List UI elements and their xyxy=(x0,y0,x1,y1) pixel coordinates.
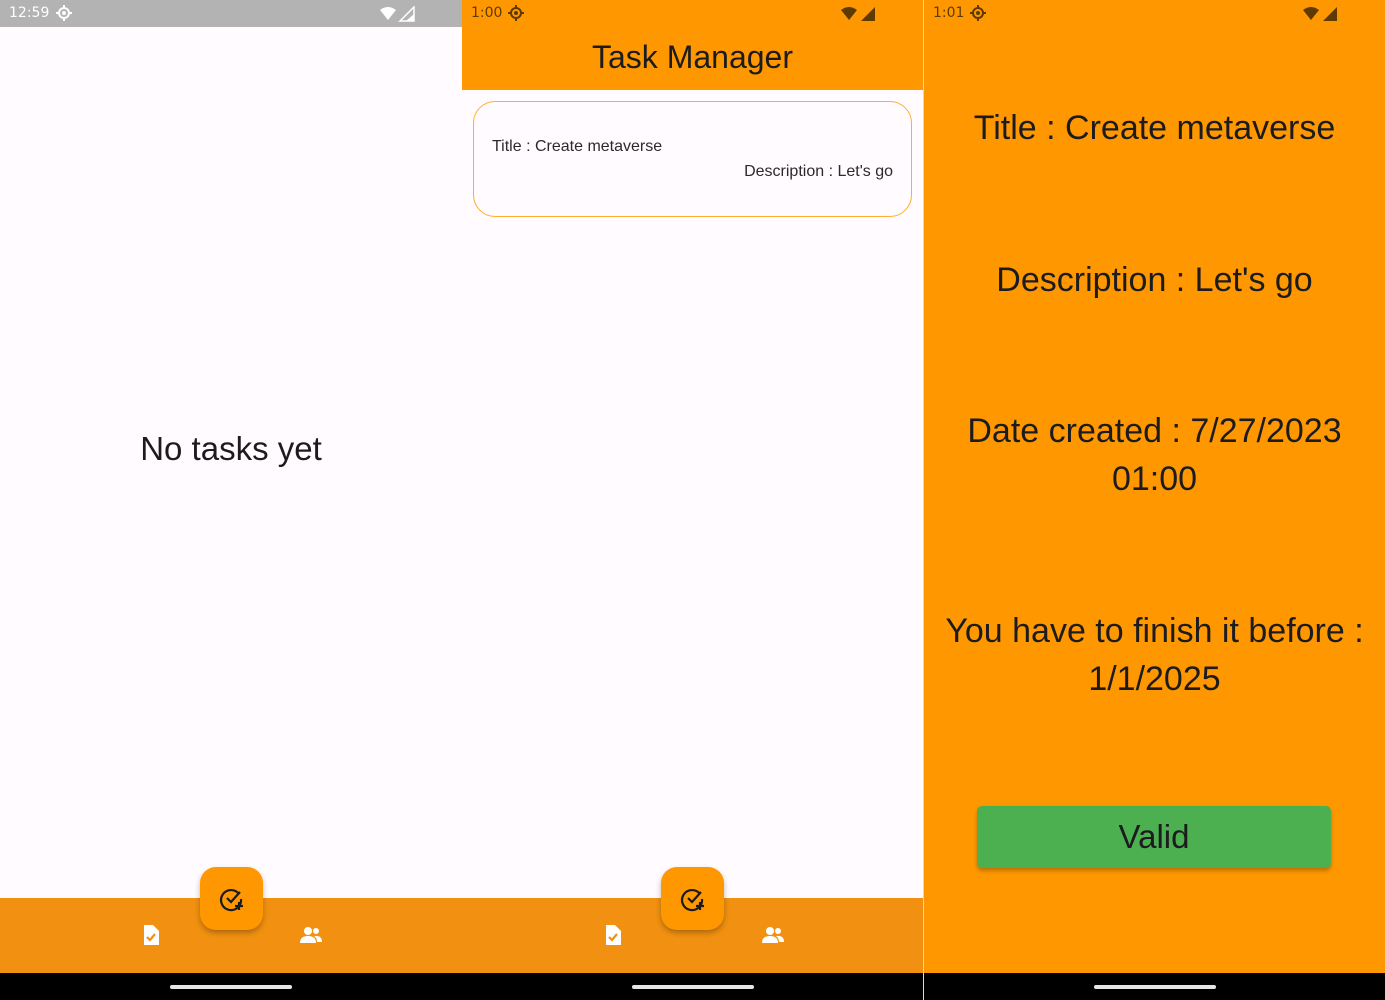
detail-date-created: Date created : 7/27/2023 01:00 xyxy=(924,407,1385,503)
system-nav-bar xyxy=(462,973,923,1000)
status-time: 1:01 xyxy=(933,5,965,21)
status-bar: 1:01 xyxy=(924,0,1385,27)
app-bar: Task Manager xyxy=(462,27,923,90)
settings-gear-icon xyxy=(508,5,524,21)
add-task-icon xyxy=(219,888,243,911)
page-title: Task Manager xyxy=(592,39,793,75)
settings-gear-icon xyxy=(970,5,986,21)
status-time: 12:59 xyxy=(9,5,50,21)
people-icon[interactable] xyxy=(761,923,785,947)
date-created-label: Date created : 7/27/2023 xyxy=(967,412,1342,450)
date-created-time: 01:00 xyxy=(1111,460,1198,498)
task-card-title: Title : Create metaverse xyxy=(492,138,663,155)
screen-task-list: 1:00 Task Manager Title : Create metaver… xyxy=(462,0,923,1000)
status-bar: 12:59 xyxy=(0,0,462,27)
signal-wifi-icon xyxy=(841,7,875,21)
valid-button[interactable]: Valid xyxy=(977,806,1331,868)
screen-task-detail: 1:01 Title : Create metaverse Descriptio… xyxy=(924,0,1385,1000)
add-task-button[interactable] xyxy=(661,867,724,930)
detail-description: Description : Let's go xyxy=(996,261,1313,299)
deadline-label: You have to finish it before : xyxy=(945,612,1364,650)
detail-deadline: You have to finish it before : 1/1/2025 xyxy=(924,607,1385,703)
screen-empty-list: 12:59 No tasks yet xyxy=(0,0,462,1000)
status-bar: 1:00 xyxy=(462,0,923,27)
add-task-button[interactable] xyxy=(200,867,263,930)
detail-title: Title : Create metaverse xyxy=(973,109,1336,147)
status-time: 1:00 xyxy=(471,5,503,21)
deadline-date: 1/1/2025 xyxy=(1088,660,1221,698)
empty-state-message: No tasks yet xyxy=(140,430,322,467)
task-card[interactable]: Title : Create metaverse Description : L… xyxy=(473,101,912,217)
system-nav-bar xyxy=(0,973,462,1000)
task-list-icon[interactable] xyxy=(139,923,163,947)
signal-wifi-icon xyxy=(380,6,415,22)
home-indicator[interactable] xyxy=(170,985,292,989)
people-icon[interactable] xyxy=(299,923,323,947)
task-card-description: Description : Let's go xyxy=(744,163,893,180)
signal-wifi-icon xyxy=(1303,7,1337,21)
home-indicator[interactable] xyxy=(1093,985,1216,989)
add-task-icon xyxy=(680,888,704,911)
task-list-icon[interactable] xyxy=(601,923,625,947)
system-nav-bar xyxy=(924,973,1385,1000)
settings-gear-icon xyxy=(56,5,72,21)
home-indicator[interactable] xyxy=(631,985,754,989)
